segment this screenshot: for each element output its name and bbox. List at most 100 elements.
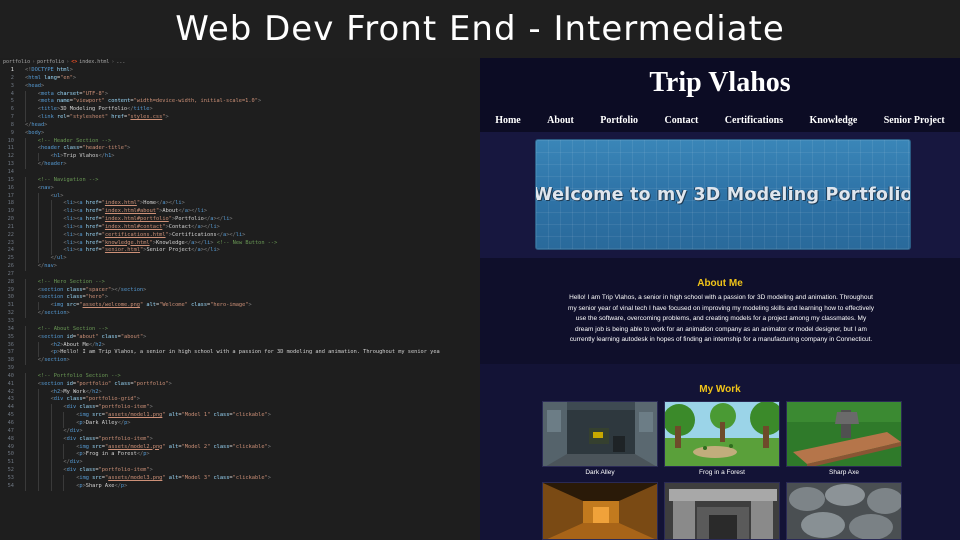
nav-home[interactable]: Home	[495, 115, 521, 126]
code-line[interactable]: 25 </ul>	[0, 255, 480, 264]
code-line[interactable]: 50 <p>Frog in a Forest</p>	[0, 451, 480, 460]
code-text[interactable]: <img src="assets/welcome.png" alt="Welco…	[51, 302, 252, 310]
code-text[interactable]: <!-- Hero Section -->	[38, 279, 105, 287]
code-text[interactable]: <meta charset="UTF-8">	[38, 91, 108, 99]
code-text[interactable]: <li><a href="senior.html">Senior Project…	[63, 247, 219, 255]
code-line[interactable]: 52 <div class="portfolio-item">	[0, 467, 480, 475]
code-line[interactable]: 13 </header>	[0, 161, 480, 169]
code-text[interactable]: <h1>Trip Vlahos</h1>	[51, 153, 115, 161]
code-text[interactable]: </section>	[38, 357, 70, 365]
code-text[interactable]: <!-- Header Section -->	[38, 138, 111, 146]
code-text[interactable]: <header class="header-title">	[38, 145, 131, 153]
nav-certifications[interactable]: Certifications	[725, 115, 783, 126]
code-text[interactable]: </head>	[25, 122, 47, 130]
code-text[interactable]: </div>	[63, 428, 82, 436]
code-line[interactable]: 11 <header class="header-title">	[0, 145, 480, 154]
code-line[interactable]: 24 <li><a href="senior.html">Senior Proje…	[0, 247, 480, 256]
code-line[interactable]: 45 <img src="assets/model1.png" alt="Mode…	[0, 412, 480, 420]
code-lines[interactable]: 1 <!DOCTYPE html> 2 <html lang="en"> 3 <head>…	[0, 67, 480, 491]
portfolio-item-sharp-axe[interactable]	[786, 401, 902, 467]
code-line[interactable]: 31 <img src="assets/welcome.png" alt="Wel…	[0, 302, 480, 311]
code-text[interactable]: <!DOCTYPE html>	[25, 67, 73, 75]
portfolio-item-4[interactable]	[542, 482, 658, 540]
code-text[interactable]: </section>	[38, 310, 70, 318]
code-line[interactable]: 12 <h1>Trip Vlahos</h1>	[0, 153, 480, 162]
code-text[interactable]: <li><a href="knowledge.html">Knowledge</…	[63, 240, 277, 248]
code-line[interactable]: 17 <ul>	[0, 192, 480, 201]
code-text[interactable]: </header>	[38, 161, 67, 169]
code-text[interactable]: <!-- Navigation -->	[38, 177, 99, 185]
code-line[interactable]: 23 <li><a href="knowledge.html">Knowledge…	[0, 239, 480, 248]
breadcrumb-item[interactable]: portfolio	[37, 58, 64, 67]
corridor-image[interactable]	[543, 483, 658, 540]
code-line[interactable]: 43 <div class="portfolio-grid">	[0, 396, 480, 405]
code-text[interactable]: </ul>	[51, 255, 67, 263]
code-text[interactable]: <section class="spacer"></section>	[38, 287, 147, 295]
code-text[interactable]: <link rel="stylesheet" href="styles.css"…	[38, 114, 169, 122]
code-text[interactable]: <h2>My Work</h2>	[51, 389, 102, 397]
nav-about[interactable]: About	[547, 115, 574, 126]
code-line[interactable]: 8 </head>	[0, 122, 480, 130]
code-line[interactable]: 22 <li><a href="certifications.html">Cert…	[0, 231, 480, 240]
code-text[interactable]: <div class="portfolio-item">	[63, 404, 152, 412]
code-line[interactable]: 27	[0, 271, 480, 279]
code-line[interactable]: 34 <!-- About Section -->	[0, 325, 480, 334]
code-text[interactable]: <img src="assets/model3.png" alt="Model …	[76, 475, 271, 483]
code-line[interactable]: 1 <!DOCTYPE html>	[0, 67, 480, 75]
nav-senior-project[interactable]: Senior Project	[884, 115, 945, 126]
code-text[interactable]: <li><a href="index.html#about">About</a>…	[63, 208, 207, 216]
code-line[interactable]: 5 <meta name="viewport" content="width=de…	[0, 98, 480, 107]
code-text[interactable]: </div>	[63, 459, 82, 467]
portfolio-item-frog-forest[interactable]	[664, 401, 780, 467]
code-text[interactable]: <li><a href="index.html">Home</a></li>	[63, 200, 184, 208]
code-line[interactable]: 29 <section class="spacer"></section>	[0, 286, 480, 295]
code-text[interactable]: <div class="portfolio-item">	[63, 467, 152, 475]
code-editor[interactable]: portfolio › portfolio › <> index.html › …	[0, 58, 480, 540]
code-line[interactable]: 49 <img src="assets/model2.png" alt="Mode…	[0, 443, 480, 452]
code-line[interactable]: 19 <li><a href="index.html#about">About</…	[0, 208, 480, 217]
code-text[interactable]: <section class="hero">	[38, 294, 108, 302]
stone-structure-image[interactable]	[665, 483, 780, 540]
breadcrumb-item[interactable]: ...	[116, 58, 125, 67]
code-line[interactable]: 20 <li><a href="index.html#portfolio">Por…	[0, 216, 480, 224]
code-text[interactable]: <li><a href="index.html#portfolio">Portf…	[63, 216, 232, 224]
code-text[interactable]: <head>	[25, 83, 44, 91]
code-line[interactable]: 40 <!-- Portfolio Section -->	[0, 372, 480, 381]
code-text[interactable]: <p>Frog in a Forest</p>	[76, 451, 149, 459]
code-line[interactable]: 32 </section>	[0, 310, 480, 318]
code-text[interactable]: <p>Dark Alley</p>	[76, 420, 130, 428]
code-line[interactable]: 16 <nav>	[0, 184, 480, 193]
code-text[interactable]: <li><a href="index.html#contact">Contact…	[63, 224, 219, 232]
code-line[interactable]: 9 <body>	[0, 130, 480, 138]
code-text[interactable]: <title>3D Modeling Portfolio</title>	[38, 106, 153, 114]
code-text[interactable]: <section id="about" class="about">	[38, 334, 147, 342]
code-text[interactable]: <!-- About Section -->	[38, 326, 108, 334]
code-line[interactable]: 14	[0, 169, 480, 177]
code-text[interactable]: <p>Sharp Axe</p>	[76, 483, 127, 491]
code-text[interactable]: <img src="assets/model2.png" alt="Model …	[76, 444, 271, 452]
code-line[interactable]: 30 <section class="hero">	[0, 294, 480, 303]
frog-forest-image[interactable]	[665, 402, 780, 467]
code-line[interactable]: 7 <link rel="stylesheet" href="styles.css…	[0, 114, 480, 122]
code-line[interactable]: 38 </section>	[0, 357, 480, 366]
code-text[interactable]: <h2>About Me</h2>	[51, 342, 105, 350]
code-line[interactable]: 37 <p>Hello! I am Trip Vlahos, a senior i…	[0, 349, 480, 358]
code-line[interactable]: 33	[0, 318, 480, 326]
rock-wall-image[interactable]	[787, 483, 902, 540]
code-text[interactable]: <section id="portfolio" class="portfolio…	[38, 381, 172, 389]
code-line[interactable]: 36 <h2>About Me</h2>	[0, 341, 480, 350]
code-line[interactable]: 28 <!-- Hero Section -->	[0, 278, 480, 287]
sharp-axe-image[interactable]	[787, 402, 902, 467]
code-line[interactable]: 48 <div class="portfolio-item">	[0, 435, 480, 444]
breadcrumb-item[interactable]: portfolio	[3, 58, 30, 67]
code-text[interactable]: <li><a href="certifications.html">Certif…	[63, 232, 245, 240]
code-text[interactable]: <html lang="en">	[25, 75, 76, 83]
nav-knowledge[interactable]: Knowledge	[810, 115, 858, 126]
portfolio-item-6[interactable]	[786, 482, 902, 540]
code-line[interactable]: 15 <!-- Navigation -->	[0, 176, 480, 185]
code-line[interactable]: 42 <h2>My Work</h2>	[0, 388, 480, 397]
code-line[interactable]: 10 <!-- Header Section -->	[0, 137, 480, 146]
breadcrumb-item[interactable]: index.html	[79, 58, 109, 67]
code-line[interactable]: 4 <meta charset="UTF-8">	[0, 90, 480, 99]
code-text[interactable]: <!-- Portfolio Section -->	[38, 373, 121, 381]
